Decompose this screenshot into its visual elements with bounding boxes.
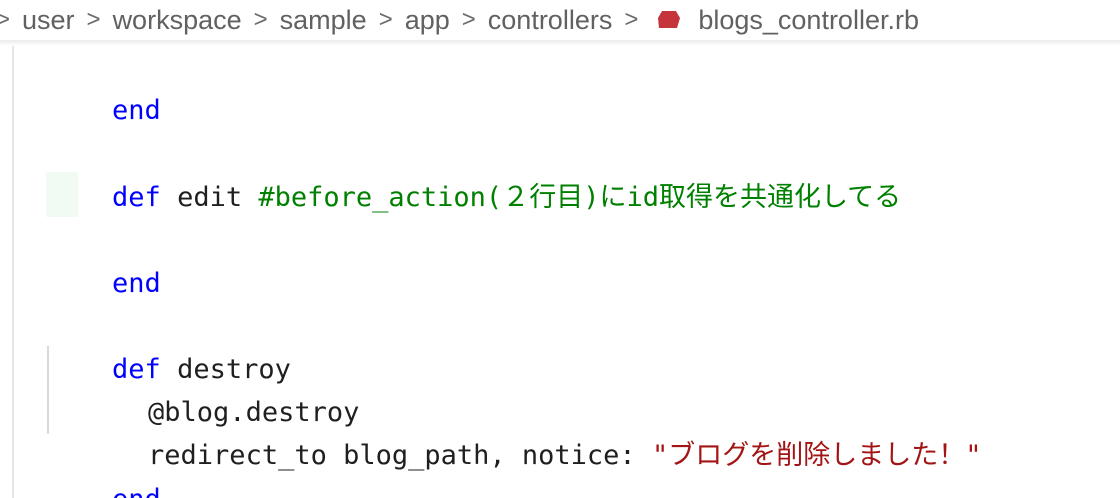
- breadcrumb-separator: >: [0, 6, 11, 33]
- keyword-end: end: [112, 484, 161, 498]
- keyword-def: def: [112, 182, 161, 213]
- breadcrumb-item-workspace[interactable]: workspace: [113, 5, 242, 36]
- code-line-6[interactable]: redirect_to blog_path, notice: "ブログを削除しま…: [83, 391, 981, 471]
- gutter-indent-line: [12, 46, 14, 498]
- breadcrumb: > user > workspace > sample > app > cont…: [0, 0, 1120, 40]
- method-name: edit: [160, 182, 259, 213]
- code-comment: #before_action(２行目)にid取得を共通化してる: [258, 182, 902, 213]
- code-line-4[interactable]: def destroy: [47, 305, 291, 385]
- code-line-7[interactable]: end: [47, 435, 161, 498]
- code-editor[interactable]: end def edit #before_action(２行目)にid取得を共通…: [0, 46, 1120, 498]
- code-line-1[interactable]: end: [47, 46, 161, 126]
- code-line-3[interactable]: end: [47, 219, 161, 299]
- breadcrumb-separator: >: [253, 6, 268, 33]
- breadcrumb-shadow: [0, 40, 1120, 46]
- keyword-end: end: [112, 268, 161, 299]
- breadcrumb-separator: >: [86, 6, 101, 33]
- breadcrumb-separator: >: [378, 6, 393, 33]
- breadcrumb-item-controllers[interactable]: controllers: [488, 5, 613, 36]
- breadcrumb-item-user[interactable]: user: [22, 5, 75, 36]
- statement: redirect_to blog_path, notice:: [148, 440, 652, 471]
- code-line-5[interactable]: @blog.destroy: [83, 348, 359, 428]
- breadcrumb-item-file[interactable]: blogs_controller.rb: [698, 5, 919, 36]
- keyword-end: end: [112, 95, 161, 126]
- breadcrumb-item-sample[interactable]: sample: [280, 5, 367, 36]
- breadcrumb-separator: >: [461, 6, 476, 33]
- code-line-2[interactable]: def edit #before_action(２行目)にid取得を共通化してる: [47, 133, 901, 213]
- ruby-icon: [658, 11, 681, 28]
- breadcrumb-item-app[interactable]: app: [405, 5, 450, 36]
- string-literal: "ブログを削除しました！": [651, 440, 982, 471]
- breadcrumb-separator: >: [624, 6, 639, 33]
